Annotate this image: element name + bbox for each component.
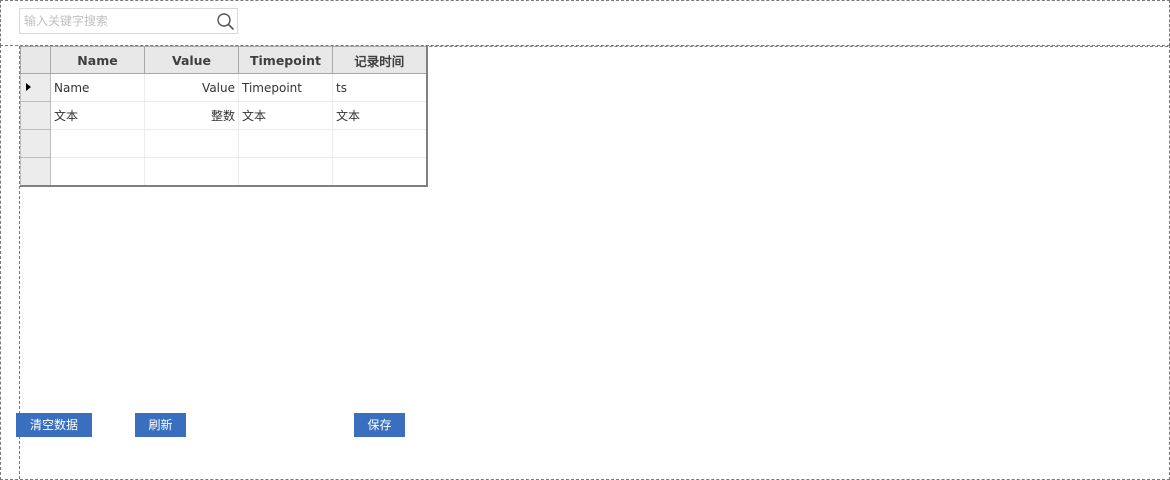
grid-header-row: Name Value Timepoint 记录时间 [20, 46, 427, 74]
table-cell[interactable]: 整数 [144, 101, 239, 130]
row-header[interactable] [20, 101, 51, 130]
table-cell[interactable]: 文本 [50, 101, 145, 130]
clear-data-button[interactable]: 清空数据 [16, 413, 92, 437]
row-header[interactable] [20, 157, 51, 187]
save-button[interactable]: 保存 [354, 413, 405, 437]
search-box[interactable] [19, 8, 238, 34]
table-row[interactable]: 文本 整数 文本 文本 [20, 101, 427, 130]
table-cell[interactable]: Timepoint [238, 73, 333, 102]
table-cell[interactable] [144, 129, 239, 158]
search-icon[interactable] [216, 12, 235, 31]
current-row-pointer-icon [26, 83, 31, 91]
column-header-record-time[interactable]: 记录时间 [332, 46, 427, 74]
column-header-timepoint[interactable]: Timepoint [238, 46, 333, 74]
table-row[interactable]: Name Value Timepoint ts [20, 73, 427, 102]
search-input[interactable] [20, 9, 214, 33]
table-cell[interactable] [238, 129, 333, 158]
table-cell[interactable] [144, 157, 239, 187]
table-cell[interactable]: ts [332, 73, 427, 102]
table-row[interactable] [20, 157, 427, 187]
table-cell[interactable] [238, 157, 333, 187]
table-cell[interactable] [332, 129, 427, 158]
table-cell[interactable] [50, 129, 145, 158]
column-header-name[interactable]: Name [50, 46, 145, 74]
table-cell[interactable]: Value [144, 73, 239, 102]
table-cell[interactable] [332, 157, 427, 187]
refresh-button[interactable]: 刷新 [135, 413, 186, 437]
table-cell[interactable]: Name [50, 73, 145, 102]
table-cell[interactable]: 文本 [238, 101, 333, 130]
table-cell[interactable] [50, 157, 145, 187]
column-header-value[interactable]: Value [144, 46, 239, 74]
row-header[interactable] [20, 73, 51, 102]
row-header[interactable] [20, 129, 51, 158]
data-grid[interactable]: Name Value Timepoint 记录时间 Name Value Tim… [20, 46, 428, 187]
table-cell[interactable]: 文本 [332, 101, 427, 130]
grid-corner-cell[interactable] [20, 46, 51, 74]
table-row[interactable] [20, 129, 427, 158]
